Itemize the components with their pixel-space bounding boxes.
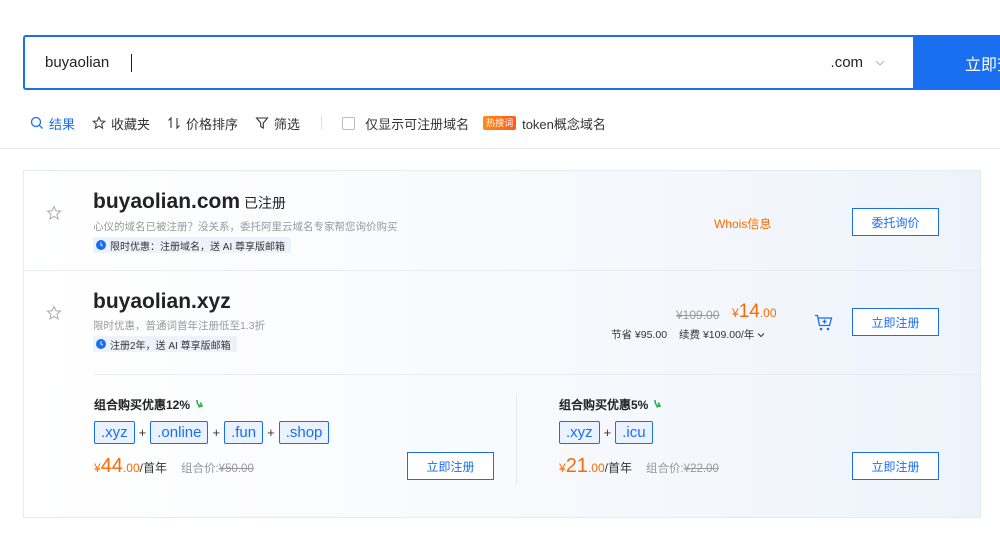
tld-select[interactable]: .com — [831, 37, 886, 88]
bundle-price: ¥21.00/首年 组合价: ¥22.00 — [559, 455, 719, 478]
bundle-currency: ¥ — [559, 461, 566, 475]
results-panel: buyaolian.com 已注册 心仪的域名已被注册？没关系，委托阿里云域名专家… — [23, 170, 982, 518]
whois-link[interactable]: Whois信息 — [714, 215, 771, 232]
tld-chip: .fun — [224, 421, 264, 444]
promo-text: 限时优惠：注册域名，送 AI 尊享版邮箱 — [110, 241, 286, 253]
bundle-title-text: 组合购买优惠12% — [94, 398, 191, 412]
renew-price[interactable]: 续费 ¥109.00/年 — [679, 327, 765, 342]
combo-label: 组合价: — [645, 463, 684, 475]
bundle-separator — [516, 393, 517, 485]
domain-name: buyaolian.xyz — [93, 290, 231, 314]
bundle-register-button[interactable]: 立即注册 — [852, 452, 939, 480]
bundle-divider — [94, 374, 982, 375]
sort-icon — [168, 116, 180, 130]
current-price: ¥14.00 — [732, 301, 777, 323]
promo-badge: 限时优惠：注册域名，送 AI 尊享版邮箱 — [93, 237, 292, 253]
only-available-label: 仅显示可注册域名 — [365, 116, 470, 132]
token-domains-label: token概念域名 — [522, 116, 606, 132]
bundle-price-integer: 44 — [100, 455, 123, 477]
filter-label: 筛选 — [274, 116, 301, 132]
cart-icon[interactable] — [814, 314, 834, 332]
bundle-currency: ¥ — [94, 461, 101, 475]
plus-sign: + — [603, 425, 612, 440]
inquiry-button[interactable]: 委托询价 — [852, 208, 939, 236]
combo-price: ¥22.00 — [683, 463, 719, 475]
domain-subtitle: 心仪的域名已被注册？没关系，委托阿里云域名专家帮您询价购买 — [93, 221, 398, 233]
filter-button[interactable]: 筛选 — [255, 114, 300, 133]
price-decimal: .00 — [759, 306, 777, 320]
bundle-title: 组合购买优惠5% — [559, 396, 662, 413]
clock-icon — [96, 339, 106, 349]
tld-chip: .online — [150, 421, 209, 444]
bundle-chips: .xyz + .online + .fun + .shop — [94, 421, 330, 444]
price-sort-button[interactable]: 价格排序 — [167, 114, 238, 133]
bundle-price: ¥44.00/首年 组合价: ¥50.00 — [94, 455, 254, 478]
domain-text: buyaolian.xyz — [93, 290, 231, 313]
hot-badge: 热搜词 — [483, 116, 517, 130]
arrow-down-icon — [654, 399, 662, 408]
plus-sign: + — [138, 425, 147, 440]
bundle-chips: .xyz + .icu — [559, 421, 653, 444]
bundle-title-text: 组合购买优惠5% — [559, 398, 649, 412]
chevron-down-icon — [757, 332, 765, 337]
domain-text: buyaolian.com — [93, 190, 241, 213]
filter-icon — [255, 117, 269, 129]
combo-label: 组合价: — [180, 463, 219, 475]
bundle-unit: /首年 — [139, 461, 167, 475]
domain-name: buyaolian.com 已注册 — [93, 190, 286, 214]
star-icon[interactable] — [46, 205, 62, 221]
search-input[interactable] — [25, 37, 785, 88]
only-available-toggle[interactable]: 仅显示可注册域名 — [342, 114, 469, 133]
search-button-label: 立即查询 — [965, 56, 1000, 74]
tab-favorites[interactable]: 收藏夹 — [92, 114, 150, 133]
tld-chip: .icu — [615, 421, 653, 444]
toolbar-divider — [321, 116, 323, 130]
price-integer: 14 — [738, 301, 760, 322]
star-icon — [92, 116, 107, 130]
bundle-price-decimal: .00 — [587, 461, 605, 475]
search-box: .com — [23, 35, 914, 90]
plus-sign: + — [267, 425, 275, 440]
tld-chip: .xyz — [94, 421, 135, 444]
text-cursor — [131, 54, 132, 72]
only-available-checkbox[interactable] — [342, 116, 356, 130]
token-domains-link[interactable]: 热搜词 token概念域名 — [483, 114, 606, 133]
search-bar: .com 立即查询 — [23, 35, 1000, 90]
bundle-title: 组合购买优惠12% — [94, 396, 204, 413]
price-sort-label: 价格排序 — [186, 116, 239, 132]
star-icon[interactable] — [46, 305, 62, 321]
original-price: ¥109.00 — [676, 308, 720, 322]
promo-text: 注册2年，送 AI 尊享版邮箱 — [110, 340, 231, 352]
price-currency: ¥ — [732, 306, 739, 320]
bundle-price-decimal: .00 — [122, 461, 140, 475]
save-amount: 节省 ¥95.00 — [611, 329, 668, 341]
tld-value: .com — [830, 54, 864, 71]
bundle-unit: /首年 — [604, 461, 632, 475]
search-icon — [30, 116, 43, 129]
tld-chip: .shop — [278, 421, 330, 444]
price-details: 节省 ¥95.00 续费 ¥109.00/年 — [611, 327, 765, 342]
tab-results-label: 结果 — [49, 116, 76, 132]
tab-results[interactable]: 结果 — [30, 114, 75, 133]
register-button[interactable]: 立即注册 — [852, 308, 939, 336]
page-divider — [0, 148, 1000, 149]
results-toolbar: 结果 收藏夹 价格排序 筛选 仅显示可注册域名 热搜词 token概念域名 — [30, 112, 623, 134]
tld-chip: .xyz — [559, 421, 600, 444]
promo-badge: 注册2年，送 AI 尊享版邮箱 — [93, 336, 237, 352]
chevron-down-icon — [875, 60, 885, 66]
combo-price: ¥50.00 — [218, 463, 254, 475]
search-button[interactable]: 立即查询 — [913, 35, 1000, 90]
tab-favorites-label: 收藏夹 — [111, 116, 151, 132]
arrow-down-icon — [196, 399, 204, 408]
result-row-com: buyaolian.com 已注册 心仪的域名已被注册？没关系，委托阿里云域名专家… — [24, 171, 980, 271]
bundle-register-button[interactable]: 立即注册 — [407, 452, 494, 480]
status-badge: 已注册 — [244, 195, 287, 211]
renew-price-label: 续费 ¥109.00/年 — [679, 329, 755, 341]
bundle-price-integer: 21 — [565, 455, 588, 477]
plus-sign: + — [212, 425, 221, 440]
domain-subtitle: 限时优惠，普通词首年注册低至1.3折 — [93, 320, 266, 332]
clock-icon — [96, 240, 106, 250]
